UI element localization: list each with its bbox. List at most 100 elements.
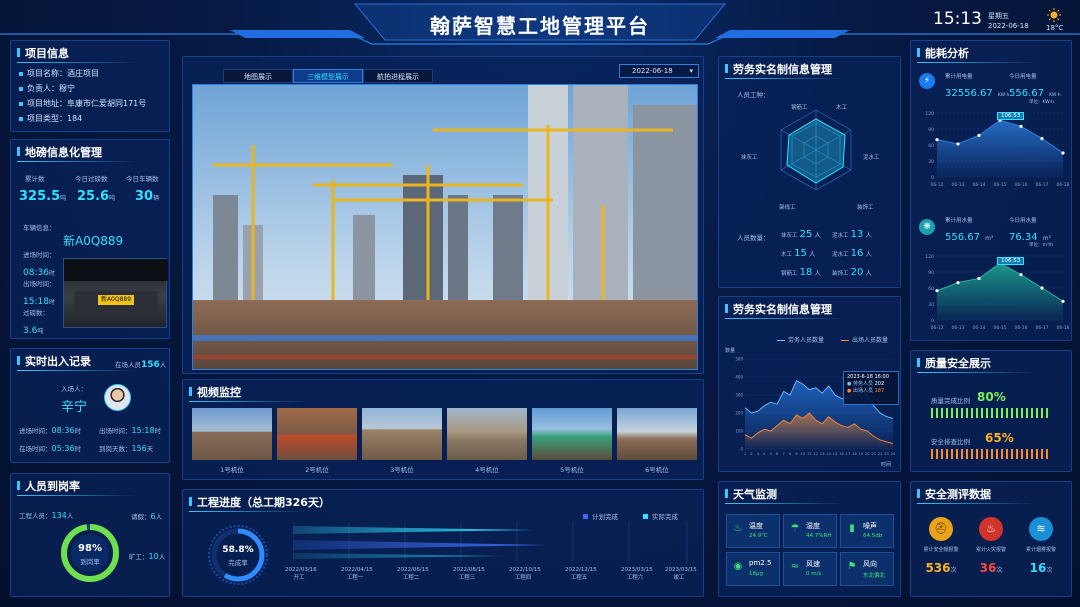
gantt-tick: 2022/12/15 工程五 — [565, 567, 597, 581]
quality-value: 80% — [977, 390, 1006, 404]
labor-count: 泥水工 13 人 — [832, 229, 872, 240]
camera-label: 4号机位 — [475, 466, 499, 474]
x-tick-label: 06-16 — [1014, 182, 1027, 188]
legend-workers: 劳务人员数量 — [777, 335, 824, 344]
noise-icon: ▮ — [849, 523, 855, 534]
water-total-label: 累计用水量 — [945, 218, 973, 224]
x-tick-label: 17 — [846, 452, 851, 456]
tab-3d-model[interactable]: 三维模型展示 — [293, 69, 363, 83]
vehicle-camera-image[interactable]: 新A0Q889 — [63, 258, 168, 328]
onduty-title: 人员到岗率 — [17, 478, 137, 496]
y-tick-label: 30 — [928, 159, 934, 165]
access-panel: 实时出入记录 在场人员156人 入场人： 辛宁 进场时间：08:36时 出场时间… — [10, 348, 170, 463]
safety-check-value: 65% — [985, 431, 1014, 445]
safety-check-bar — [931, 449, 1051, 459]
construction-site-image[interactable] — [192, 84, 698, 370]
temperature: 18°C — [1046, 24, 1064, 32]
onduty-rate-label: 到岗率 — [80, 558, 100, 566]
weather-item: ◉ pm2.5 18μg — [726, 552, 780, 586]
stat-label: 今日车辆数 — [126, 175, 159, 183]
water-tooltip: 106.53 — [997, 257, 1025, 265]
project-row: 项目类型：184 — [19, 113, 146, 128]
x-tick-label: 20 — [865, 452, 870, 456]
x-tick-label: 06-18 — [1056, 325, 1069, 331]
y-tick-label: 0 — [740, 447, 743, 452]
camera-thumb-4[interactable] — [447, 408, 527, 460]
gantt-tick: 2023/03/15 工程六 — [621, 567, 653, 581]
labor-count: 泥水工 16 人 — [832, 248, 872, 259]
x-tick-label: 12 — [813, 452, 818, 456]
energy-title: 能耗分析 — [917, 45, 1037, 63]
safety-title: 安全测评数据 — [917, 486, 1037, 504]
progress-ring — [208, 525, 268, 585]
plate-image: 新A0Q889 — [98, 295, 134, 305]
x-tick-label: 06-13 — [951, 182, 964, 188]
camera-thumb-2[interactable] — [277, 408, 357, 460]
access-row: 出场时间：15:18时 — [99, 426, 162, 435]
x-tick-label: 8 — [789, 452, 792, 456]
pm25-icon: ◉ — [733, 561, 743, 572]
weather-title: 天气监测 — [725, 486, 845, 504]
onduty-rate: 98% — [78, 543, 102, 554]
safety-panel: 安全测评数据 ⛑ 累计安全帽报警 536次 ♨ 累计火灾报警 36次 ≋ 累计烟… — [910, 481, 1072, 597]
site-illustration — [193, 85, 697, 369]
x-tick-label: 11 — [807, 452, 812, 456]
water-area-chart: 120 90 60 30 006-12 06-13 06-14 06-15 06-16 06-17… — [925, 254, 1069, 331]
radar-axis: 抹灰工 — [741, 155, 758, 161]
date-select-value: 2022-06-18 — [632, 67, 673, 75]
date-select[interactable]: 2022-06-18 ▾ — [619, 64, 699, 78]
x-tick-label: 19 — [859, 452, 864, 456]
weight-label: 过磅数： — [23, 309, 49, 317]
camera-thumb-1[interactable] — [192, 408, 272, 460]
sun-icon — [1047, 7, 1061, 22]
elec-today-label: 今日用电量 — [1009, 74, 1037, 80]
person-label: 入场人： — [61, 385, 87, 393]
wind-speed-icon: ≈ — [790, 561, 800, 572]
camera-thumb-3[interactable] — [362, 408, 442, 460]
scale-title: 地磅信息化管理 — [17, 144, 137, 162]
helmet-icon: ⛑ — [929, 517, 953, 541]
stat-total: 325.5吨 — [19, 189, 67, 204]
gantt-tick: 2023/03/15 竣工 — [665, 567, 697, 581]
gantt-axis: 2022/03/16 开工 2022/04/15 工程一 2022/06/15 工程二… — [285, 567, 697, 591]
weekday: 星期五 — [988, 12, 1009, 20]
camera-thumb-6[interactable] — [617, 408, 697, 460]
work-type-label: 人员工种： — [737, 91, 770, 99]
tab-map[interactable]: 地图展示 — [223, 69, 293, 83]
vehicle-plate: 新A0Q889 — [63, 234, 124, 248]
y-tick-label: 400 — [735, 375, 743, 380]
gantt-tick: 2022/04/15 工程一 — [341, 567, 373, 581]
x-tick-label: 06-16 — [1014, 325, 1027, 331]
x-tick-label: 06-15 — [993, 325, 1006, 331]
progress-title: 工程进度（总工期326天） — [189, 494, 330, 512]
elec-today: 556.67 KW·h — [1009, 88, 1061, 99]
camera-label: 5号机位 — [560, 466, 584, 474]
weather-label: 温度 — [749, 522, 763, 530]
labor-panel: 劳务实名制信息管理 人员工种： 钢筋工 木工 泥水工 装饰工 架线工 抹灰工 人… — [718, 56, 901, 288]
x-tick-label: 06-14 — [972, 325, 985, 331]
tab-aerial[interactable]: 航拍进程展示 — [363, 69, 433, 83]
y-tick-label: 500 — [735, 357, 743, 362]
labor-trend-panel: 劳务实名制信息管理 劳务人员数量 出场人员数量 数量 时间 0 100 200 300… — [718, 296, 901, 472]
x-tick-label: 06-17 — [1035, 325, 1048, 331]
weather-item: ▮ 噪声 64.5db — [840, 514, 894, 548]
x-tick-label: 9 — [795, 452, 798, 456]
weather-value: 0 m/s — [806, 571, 822, 577]
quality-panel: 质量安全展示 质量完成比例 80% 安全排查比例 65% — [910, 350, 1072, 472]
y-tick-label: 90 — [928, 270, 934, 276]
y-tick-label: 120 — [925, 254, 934, 260]
progress-pct-label: 完成率 — [228, 559, 248, 567]
x-tick-label: 21 — [871, 452, 876, 456]
safety-check-label: 安全排查比例 — [931, 438, 970, 446]
weather-item: ♨ 温度 24.9℃ — [726, 514, 780, 548]
camera-thumb-5[interactable] — [532, 408, 612, 460]
project-row: 项目名称：酒庄项目 — [19, 68, 146, 83]
gantt-tick: 2022/03/16 开工 — [285, 567, 317, 581]
elec-total: 32556.67 KW·h — [945, 88, 1010, 99]
x-tick-label: 22 — [878, 452, 883, 456]
y-axis-label: 数量 — [725, 348, 736, 354]
labor-count: 抹灰工 25 人 — [781, 229, 821, 240]
page-title: 翰萨智慧工地管理平台 — [430, 14, 650, 38]
y-tick-label: 0 — [931, 175, 934, 181]
safety-label: 累计火灾报警 — [975, 547, 1006, 553]
